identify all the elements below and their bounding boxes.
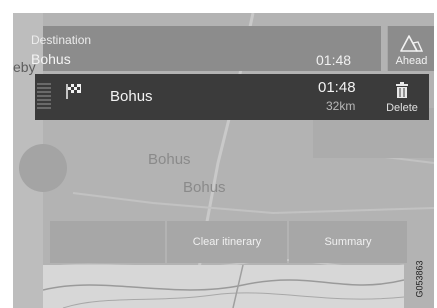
trash-icon (396, 82, 408, 98)
drag-handle-icon[interactable] (37, 83, 51, 111)
itinerary-eta: 01:48 (318, 79, 356, 96)
action-left-button[interactable] (50, 221, 165, 263)
itinerary-distance: 32km (326, 99, 356, 113)
delete-button[interactable]: Delete (375, 74, 429, 120)
map-ghost-text: Bohus (183, 179, 226, 196)
navigation-screen: eby Bohus Bohus Destination Bohus 01:48 … (13, 13, 434, 308)
action-bar: Clear itinerary Summary (50, 221, 407, 263)
ahead-warning-icon (400, 35, 424, 52)
figure-code: G053863 (414, 258, 434, 304)
figure-code-text: G053863 (414, 260, 425, 298)
ahead-button[interactable]: Ahead (387, 26, 434, 71)
itinerary-destination-name: Bohus (110, 88, 153, 105)
itinerary-row[interactable]: Bohus 01:48 32km Delete (35, 74, 429, 120)
map-preview (42, 264, 405, 308)
checkered-flag-icon (66, 84, 81, 99)
destination-name: Bohus (31, 51, 71, 67)
clear-itinerary-button[interactable]: Clear itinerary (167, 221, 287, 263)
map-ghost-text: Bohus (148, 151, 191, 168)
delete-label: Delete (386, 102, 418, 114)
destination-eta: 01:48 (316, 52, 352, 68)
ahead-label: Ahead (395, 55, 428, 67)
destination-label: Destination (31, 33, 92, 47)
summary-button[interactable]: Summary (289, 221, 407, 263)
